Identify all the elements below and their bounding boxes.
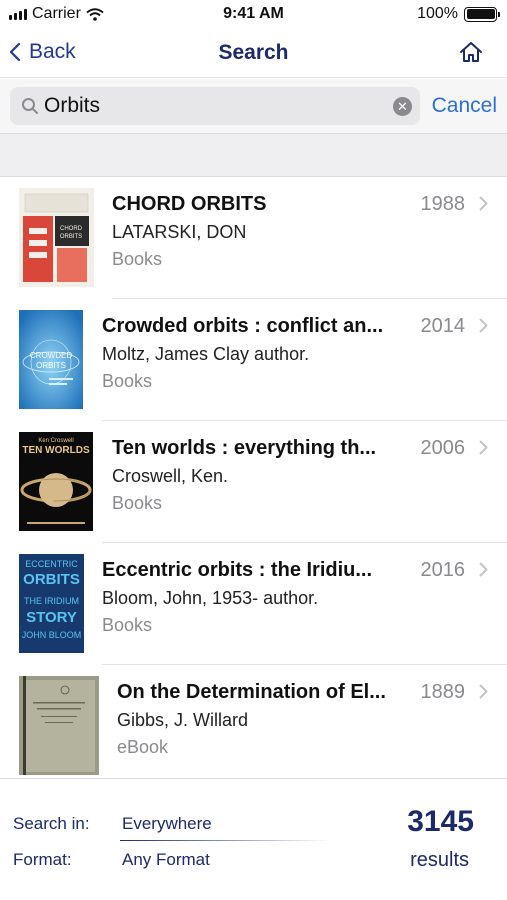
clear-icon[interactable]: ✕: [393, 97, 412, 116]
result-format: Books: [112, 249, 163, 269]
battery-icon: [464, 6, 500, 22]
footer-divider: [120, 840, 330, 841]
search-in-label: Search in:: [13, 814, 90, 833]
result-year: 2014: [420, 315, 466, 337]
result-year: 1889: [420, 681, 466, 703]
result-year: 1988: [420, 193, 466, 215]
book-cover: Ken Croswell TEN WORLDS: [19, 432, 93, 531]
result-row[interactable]: CHORD ORBITS CHORD ORBITS 1988 LATARSKI,…: [0, 177, 507, 299]
svg-text:ECCENTRIC: ECCENTRIC: [25, 559, 78, 569]
svg-text:THE IRIDIUM: THE IRIDIUM: [24, 596, 79, 606]
battery-percent: 100%: [417, 5, 458, 22]
svg-text:ORBITS: ORBITS: [60, 234, 82, 240]
svg-text:TEN WORLDS: TEN WORLDS: [22, 445, 90, 456]
result-author: Gibbs, J. Willard: [117, 710, 249, 730]
svg-text:STORY: STORY: [26, 609, 77, 626]
status-bar: Carrier 9:41 AM 100%: [0, 0, 507, 30]
chevron-right-icon: [479, 684, 488, 699]
search-bar: ✕ Cancel: [0, 79, 507, 133]
result-format: Books: [102, 371, 153, 391]
cancel-button[interactable]: Cancel: [432, 94, 497, 118]
format-label: Format:: [13, 850, 72, 869]
result-author: Bloom, John, 1953- author.: [102, 588, 319, 608]
results-list: CHORD ORBITS CHORD ORBITS 1988 LATARSKI,…: [0, 177, 507, 787]
result-author: Moltz, James Clay author.: [102, 344, 310, 364]
chevron-right-icon: [479, 440, 488, 455]
page-title: Search: [218, 41, 289, 64]
book-cover: CROWDED ORBITS: [19, 310, 83, 409]
section-header: [0, 133, 507, 177]
result-title: Ten worlds : everything th...: [112, 437, 377, 459]
results-count-label: results: [410, 849, 469, 871]
result-title: Crowded orbits : conflict an...: [102, 315, 384, 337]
result-author: Croswell, Ken.: [112, 466, 229, 486]
result-year: 2006: [420, 437, 466, 459]
chevron-right-icon: [479, 196, 488, 211]
search-field[interactable]: ✕: [10, 87, 420, 125]
svg-text:ORBITS: ORBITS: [36, 361, 66, 370]
home-icon: [460, 42, 482, 62]
book-cover: [19, 676, 99, 775]
search-icon: [22, 98, 38, 114]
result-row[interactable]: CROWDED ORBITS Crowded orbits : conflict…: [0, 299, 507, 421]
result-title: CHORD ORBITS: [112, 193, 267, 215]
result-row[interactable]: Ken Croswell TEN WORLDS Ten worlds : eve…: [0, 421, 507, 543]
book-cover: ECCENTRIC ORBITS THE IRIDIUM STORY JOHN …: [19, 554, 84, 653]
book-cover: CHORD ORBITS: [19, 188, 94, 287]
result-row[interactable]: ECCENTRIC ORBITS THE IRIDIUM STORY JOHN …: [0, 543, 507, 665]
nav-bar: Back Search: [0, 30, 507, 78]
result-format: Books: [112, 493, 163, 513]
svg-text:Ken Croswell: Ken Croswell: [38, 438, 73, 444]
home-button[interactable]: [459, 41, 483, 68]
format-selector[interactable]: Any Format: [122, 850, 210, 870]
result-format: eBook: [117, 737, 169, 757]
svg-text:ORBITS: ORBITS: [23, 571, 80, 588]
result-author: LATARSKI, DON: [112, 222, 247, 242]
svg-text:CHORD: CHORD: [60, 226, 83, 232]
result-row[interactable]: On the Determination of El... 1889 Gibbs…: [0, 665, 507, 787]
svg-text:CROWDED: CROWDED: [30, 351, 72, 360]
search-footer: Search in: Everywhere Format: Any Format…: [0, 778, 507, 900]
status-right: 100%: [417, 5, 500, 23]
results-count: 3145: [407, 805, 474, 838]
result-format: Books: [102, 615, 153, 635]
chevron-right-icon: [479, 562, 488, 577]
svg-text:JOHN BLOOM: JOHN BLOOM: [22, 630, 82, 640]
result-title: On the Determination of El...: [117, 681, 386, 703]
result-title: Eccentric orbits : the Iridiu...: [102, 559, 373, 581]
search-input[interactable]: [44, 87, 384, 125]
result-year: 2016: [420, 559, 466, 581]
search-in-selector[interactable]: Everywhere: [122, 814, 212, 834]
chevron-right-icon: [479, 318, 488, 333]
